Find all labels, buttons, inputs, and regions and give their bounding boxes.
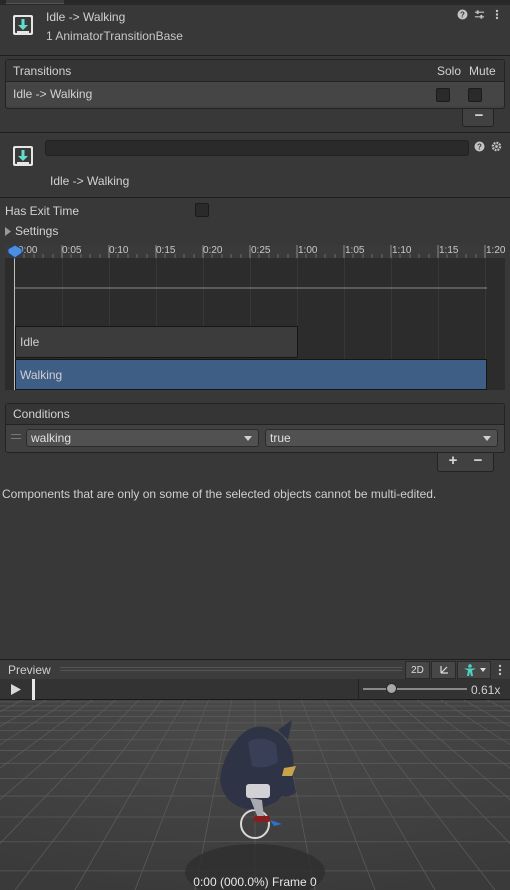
playhead-marker-icon[interactable]	[7, 245, 23, 259]
inspector-title: Idle -> Walking	[46, 10, 126, 24]
timeline-ruler[interactable]: 0:00 0:05 0:10 0:15 0:20 0:25 1:00 1:05 …	[5, 245, 505, 258]
divider	[0, 132, 510, 133]
playhead-line	[14, 258, 15, 390]
has-exit-time-checkbox[interactable]	[195, 203, 209, 217]
condition-parameter-dropdown[interactable]: walking	[26, 429, 259, 447]
destination-state-bar[interactable]: Walking	[15, 359, 487, 390]
more-icon[interactable]	[491, 9, 502, 20]
transition-row[interactable]: Idle -> Walking	[6, 82, 504, 106]
preset-icon[interactable]	[474, 9, 485, 20]
inspector-tab[interactable]	[6, 0, 64, 4]
condition-row: walking true	[6, 425, 504, 452]
condition-value-dropdown[interactable]: true	[265, 429, 498, 447]
solo-checkbox[interactable]	[436, 88, 450, 102]
source-state-label: Idle	[20, 335, 40, 349]
drag-handle-icon[interactable]	[11, 434, 21, 440]
destination-state-label: Walking	[20, 368, 63, 382]
transition-row-label: Idle -> Walking	[13, 87, 93, 101]
divider	[358, 679, 359, 700]
divider	[0, 197, 510, 198]
transition-caption: Idle -> Walking	[50, 174, 130, 188]
chevron-down-icon	[483, 436, 491, 441]
transitions-list: Transitions Solo Mute Idle -> Walking	[5, 59, 505, 109]
transition-name-field[interactable]	[45, 140, 469, 156]
mode-2d-button[interactable]: 2D	[405, 661, 430, 679]
more-icon[interactable]	[498, 664, 502, 676]
window-tab-strip	[0, 0, 510, 5]
source-state-bar[interactable]: Idle	[15, 326, 298, 358]
foldout-arrow-icon	[5, 226, 11, 236]
remove-condition-button[interactable]: −	[467, 452, 489, 469]
preview-scene	[0, 700, 510, 890]
play-icon[interactable]	[11, 684, 21, 695]
help-icon[interactable]: ?	[474, 141, 485, 152]
gear-icon[interactable]	[491, 141, 502, 152]
pivot-toggle-button[interactable]	[431, 661, 456, 679]
settings-foldout-label: Settings	[15, 224, 59, 238]
preview-viewport[interactable]: 0:00 (000.0%) Frame 0	[0, 700, 510, 890]
ruler-ticks	[14, 245, 486, 258]
conditions-header-label: Conditions	[13, 407, 70, 421]
help-icon[interactable]: ?	[457, 9, 468, 20]
speed-slider-track[interactable]	[363, 688, 467, 690]
svg-text:?: ?	[477, 143, 482, 152]
condition-parameter-value: walking	[31, 431, 72, 445]
conditions-list: Conditions walking true	[5, 403, 505, 453]
detail-icon-group: ?	[474, 141, 502, 152]
conditions-footer: + −	[437, 452, 494, 472]
mute-checkbox[interactable]	[468, 88, 482, 102]
preview-label: Preview	[8, 663, 51, 677]
add-condition-button[interactable]: +	[442, 452, 464, 469]
transition-asset-icon	[12, 14, 34, 39]
inspector-subtitle: 1 AnimatorTransitionBase	[46, 29, 183, 43]
settings-foldout[interactable]: Settings	[4, 224, 58, 238]
condition-value: true	[270, 431, 291, 445]
transitions-footer: −	[462, 107, 494, 127]
header-icon-group: ?	[457, 9, 502, 20]
preview-scrubber-handle[interactable]	[32, 679, 35, 700]
speed-value: 0.61x	[471, 683, 501, 697]
transitions-header-label: Transitions	[13, 64, 72, 78]
divider	[0, 55, 510, 56]
transition-timeline[interactable]: Idle Walking	[5, 258, 505, 390]
solo-column-label: Solo	[437, 64, 462, 78]
conditions-list-header: Conditions	[6, 404, 504, 425]
transition-icon	[12, 145, 34, 170]
transitions-list-header: Transitions Solo Mute	[6, 60, 504, 82]
multi-edit-info-message: Components that are only on some of the …	[2, 487, 437, 501]
speed-slider-thumb[interactable]	[386, 683, 398, 694]
preview-drag-bar[interactable]	[60, 667, 402, 671]
preview-toolbar: Preview 2D	[0, 659, 510, 679]
chevron-down-icon	[244, 436, 252, 441]
remove-transition-button[interactable]: −	[468, 107, 490, 124]
chevron-down-icon	[479, 668, 486, 672]
pivot-icon	[439, 666, 448, 674]
preview-status: 0:00 (000.0%) Frame 0	[193, 875, 317, 889]
preview-playback-bar: 0.61x	[0, 679, 510, 700]
avatar-dropdown-button[interactable]	[457, 661, 491, 679]
has-exit-time-label: Has Exit Time	[5, 204, 80, 218]
svg-text:?: ?	[460, 11, 465, 20]
mute-column-label: Mute	[469, 64, 496, 78]
avatar-icon	[463, 663, 476, 676]
